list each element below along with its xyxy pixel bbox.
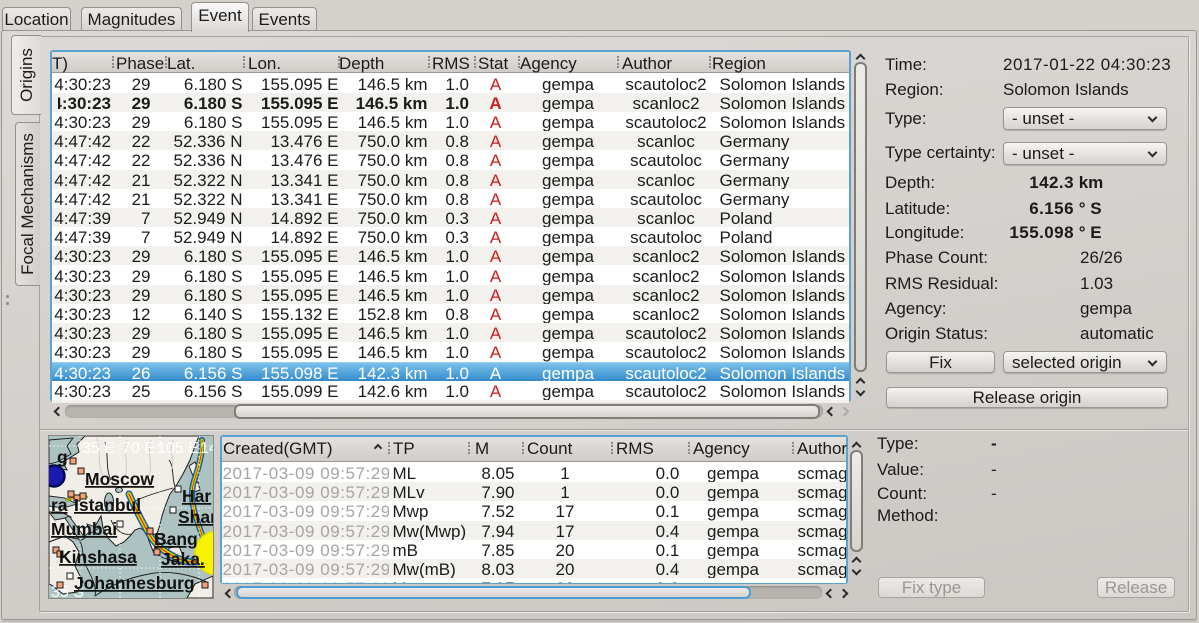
svg-text:35 E: 35 E (82, 440, 115, 457)
svg-text:Johannesburg: Johannesburg (74, 573, 195, 593)
svg-text:Mumbai: Mumbai (51, 519, 117, 539)
svg-text:Kinshasa: Kinshasa (59, 547, 137, 567)
svg-text:g: g (57, 447, 68, 467)
svg-text:105 E: 105 E (157, 440, 199, 457)
svg-text:Har: Har (182, 486, 211, 506)
svg-text:Shan: Shan (178, 507, 213, 527)
svg-text:14: 14 (200, 440, 213, 457)
svg-text:Bang: Bang (154, 529, 198, 549)
svg-text:ra: ra (51, 495, 68, 515)
svg-text:70 E: 70 E (122, 440, 155, 457)
svg-text:Istanbul: Istanbul (74, 495, 141, 515)
svg-text:Moscow: Moscow (85, 469, 154, 489)
svg-text:Jaka.: Jaka. (161, 549, 205, 569)
